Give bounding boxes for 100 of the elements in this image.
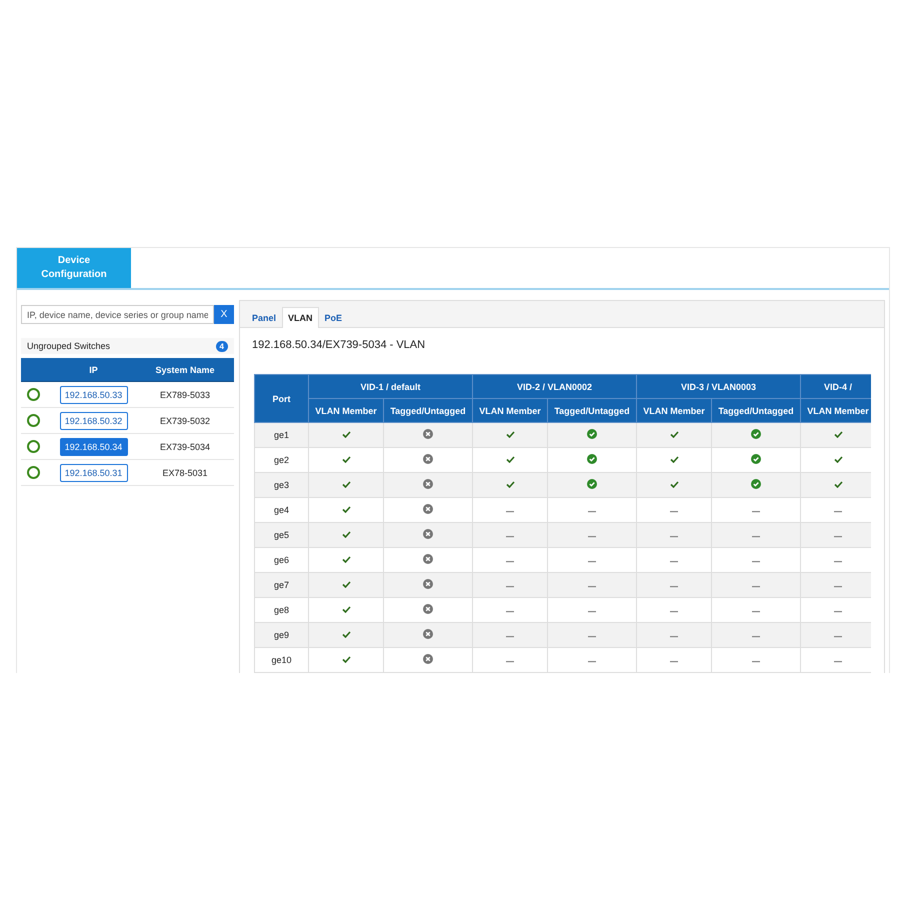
column-header: Port	[254, 374, 308, 422]
dash-icon	[752, 561, 760, 563]
tab[interactable]: PoE	[318, 307, 348, 328]
dash-icon	[834, 636, 842, 638]
checkmark-icon	[834, 456, 843, 463]
column-header: VLAN Member	[308, 398, 384, 422]
dash-icon	[670, 511, 678, 513]
column-header: Tagged/Untagged	[712, 398, 801, 422]
dash-icon	[752, 611, 760, 613]
group-header[interactable]: Ungrouped Switches 4	[21, 338, 234, 354]
dash-icon	[588, 561, 596, 563]
checkmark-icon	[506, 481, 515, 488]
check-circle-icon	[751, 479, 762, 489]
column-header: VLAN Member	[800, 398, 871, 422]
count-badge: 4	[216, 340, 228, 352]
system-name: EX78-5031	[161, 468, 209, 478]
dash-icon	[506, 586, 514, 588]
checkmark-icon	[342, 606, 350, 613]
dash-icon	[506, 511, 514, 513]
dash-icon	[834, 611, 842, 613]
dash-icon	[506, 661, 514, 663]
column-header: IP	[88, 364, 99, 374]
column-header: Tagged/Untagged	[384, 398, 473, 422]
column-header: VLAN Member	[472, 398, 548, 422]
system-name: EX789-5033	[158, 390, 212, 400]
checkmark-icon	[834, 481, 843, 488]
dash-icon	[834, 511, 842, 513]
system-name: EX739-5034	[158, 442, 212, 452]
port-cell: ge2	[254, 448, 308, 472]
dash-icon	[506, 561, 514, 563]
dash-icon	[670, 561, 678, 563]
x-circle-icon	[423, 654, 433, 664]
dash-icon	[588, 586, 596, 588]
x-circle-icon	[423, 429, 433, 439]
port-cell: ge9	[254, 622, 308, 648]
checkmark-icon	[670, 481, 679, 488]
status-ring-icon	[26, 466, 40, 479]
checkmark-icon	[342, 581, 350, 588]
dash-icon	[588, 611, 596, 613]
group-label: Ungrouped Switches	[27, 341, 110, 351]
port-cell: ge10	[254, 648, 308, 672]
system-name: EX739-5032	[158, 416, 212, 426]
port-cell: ge1	[254, 422, 308, 448]
vlan-group-header: VID-3 / VLAN0003	[636, 374, 801, 398]
check-circle-icon	[587, 429, 598, 439]
clear-button[interactable]: X	[214, 305, 234, 324]
x-circle-icon	[423, 579, 433, 589]
page-title: 192.168.50.34/EX739-5034 - VLAN	[252, 339, 426, 351]
checkmark-icon	[506, 431, 515, 438]
vlan-group-header: VID-4 /	[800, 374, 871, 398]
check-circle-icon	[587, 479, 598, 489]
x-circle-icon	[423, 629, 433, 639]
vlan-group-header: VID-1 / default	[308, 374, 473, 398]
port-cell: ge6	[254, 548, 308, 572]
checkmark-icon	[342, 656, 350, 663]
checkmark-icon	[834, 431, 843, 438]
tab[interactable]: VLAN	[282, 307, 319, 328]
status-ring-icon	[26, 388, 40, 401]
dash-icon	[588, 636, 596, 638]
dash-icon	[752, 536, 760, 538]
status-ring-icon	[26, 414, 40, 427]
dash-icon	[834, 586, 842, 588]
x-circle-icon	[423, 479, 433, 489]
dash-icon	[752, 511, 760, 513]
checkmark-icon	[342, 556, 350, 563]
checkmark-icon	[670, 456, 679, 463]
x-circle-icon	[423, 529, 433, 539]
dash-icon	[588, 661, 596, 663]
check-circle-icon	[751, 429, 762, 439]
column-header: VLAN Member	[636, 398, 712, 422]
checkmark-icon	[342, 456, 350, 463]
dash-icon	[752, 586, 760, 588]
dash-icon	[670, 586, 678, 588]
checkmark-icon	[342, 631, 350, 638]
dash-icon	[670, 611, 678, 613]
dash-icon	[670, 536, 678, 538]
dash-icon	[506, 611, 514, 613]
dash-icon	[834, 561, 842, 563]
x-circle-icon	[423, 504, 433, 514]
checkmark-icon	[342, 531, 350, 538]
ip-button[interactable]: 192.168.50.33	[60, 386, 128, 404]
status-ring-icon	[26, 440, 40, 453]
checkmark-icon	[342, 506, 350, 513]
check-circle-icon	[587, 454, 598, 464]
dash-icon	[588, 536, 596, 538]
ip-button[interactable]: 192.168.50.31	[60, 464, 128, 482]
dash-icon	[506, 636, 514, 638]
port-cell: ge3	[254, 472, 308, 498]
port-cell: ge5	[254, 522, 308, 548]
dash-icon	[752, 636, 760, 638]
dash-icon	[834, 536, 842, 538]
port-cell: ge4	[254, 498, 308, 522]
tab[interactable]: Panel	[246, 307, 282, 328]
ip-button[interactable]: 192.168.50.34	[60, 438, 128, 456]
port-cell: ge7	[254, 572, 308, 598]
dash-icon	[670, 636, 678, 638]
x-circle-icon	[423, 554, 433, 564]
column-header: System Name	[154, 364, 216, 374]
checkmark-icon	[342, 481, 350, 488]
ip-button[interactable]: 192.168.50.32	[60, 412, 128, 430]
